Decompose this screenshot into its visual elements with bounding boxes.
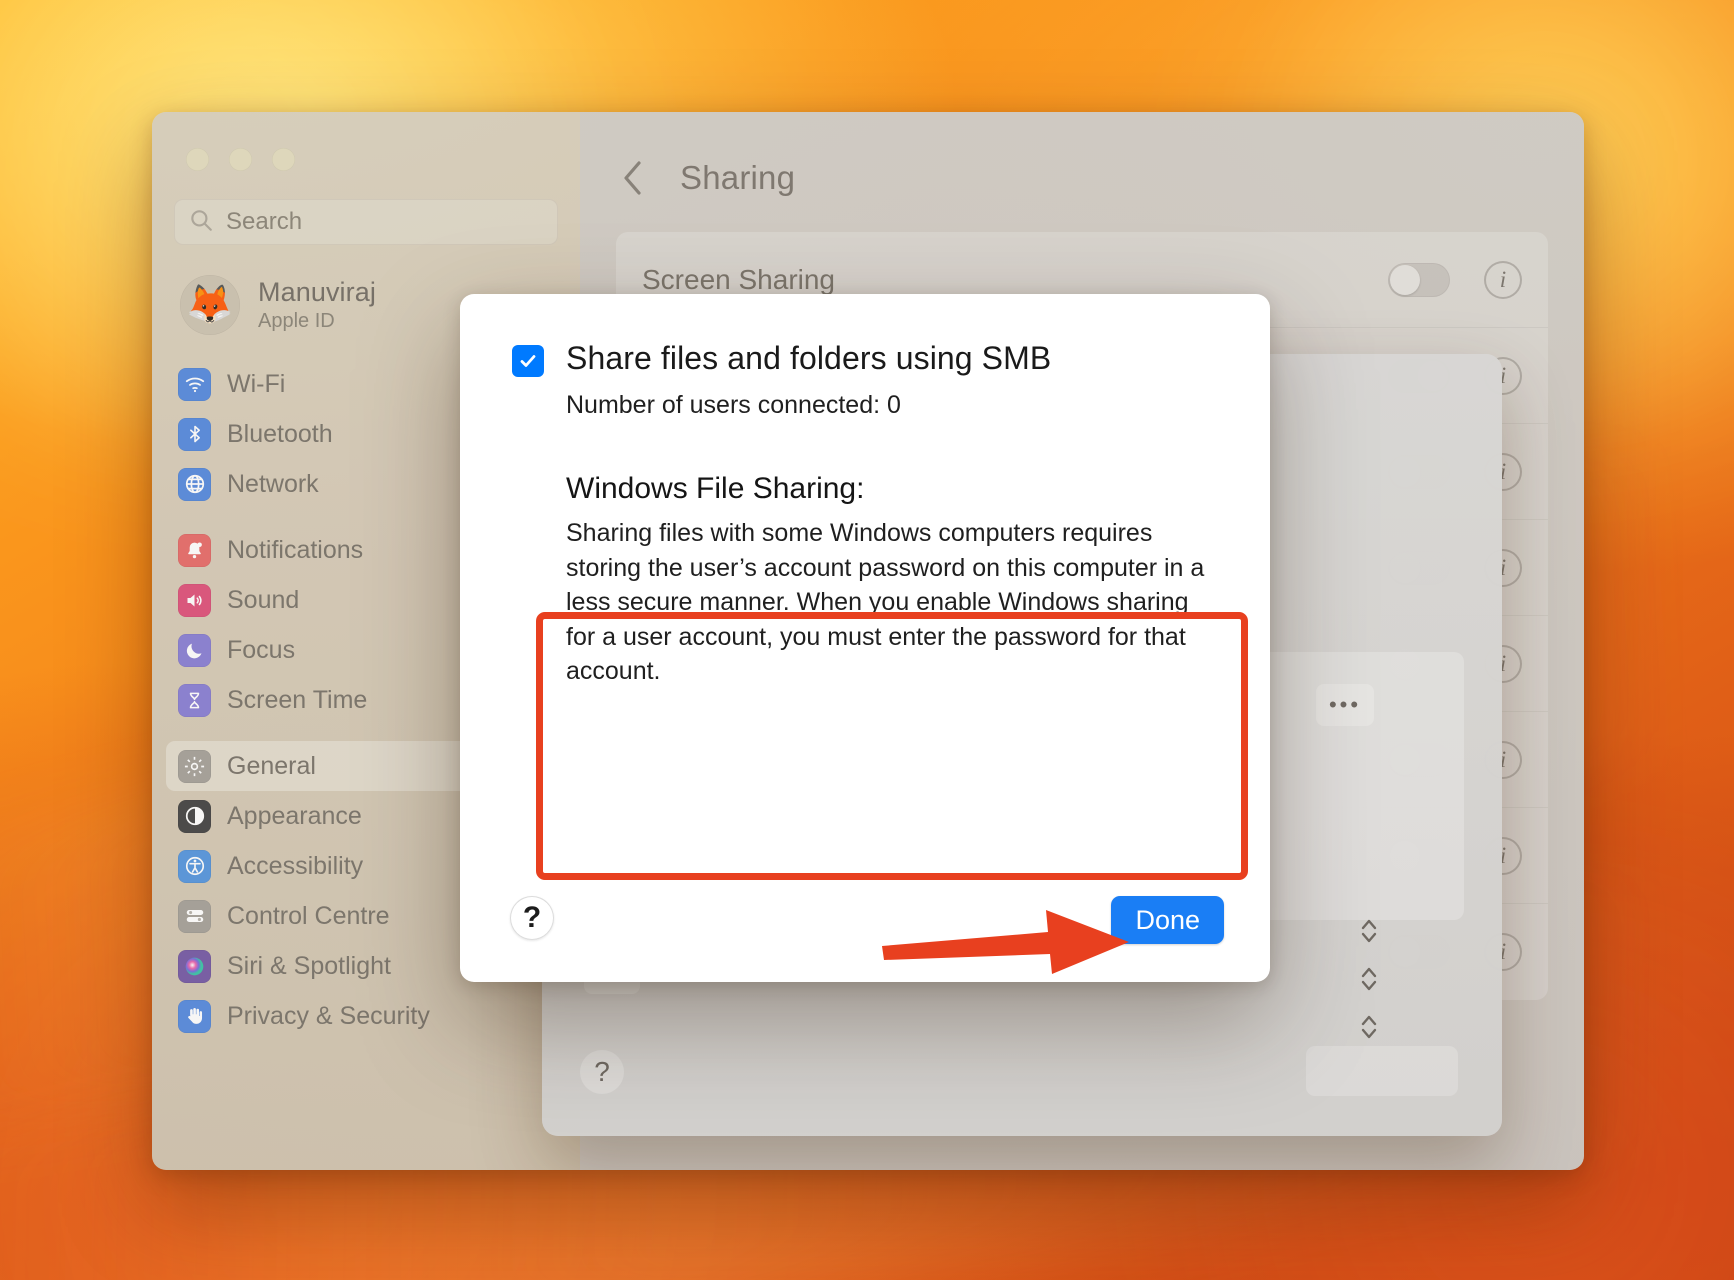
info-icon[interactable]: i: [1484, 261, 1522, 299]
chevron-updown-icon: [1361, 919, 1377, 943]
close-button[interactable]: [186, 148, 209, 171]
smb-options-dialog: Share files and folders using SMB Number…: [460, 294, 1270, 982]
share-smb-checkbox[interactable]: [512, 345, 544, 377]
account-name: Manuviraj: [258, 277, 376, 307]
speaker-icon: [178, 583, 211, 617]
smb-checkbox-row: Share files and folders using SMB: [460, 294, 1270, 377]
sidebar-item-label: Focus: [227, 635, 296, 664]
stepper-control[interactable]: [1354, 962, 1384, 996]
search-icon: [188, 207, 214, 238]
service-title: Screen Sharing: [642, 263, 836, 295]
siri-icon: [178, 949, 211, 983]
bell-icon: [178, 533, 211, 567]
contrast-icon: [178, 799, 211, 833]
sidebar-item-label: Bluetooth: [227, 419, 333, 448]
sidebar-item-label: Wi-Fi: [227, 369, 286, 398]
sheet-help-button[interactable]: ?: [580, 1050, 624, 1094]
hourglass-icon: [178, 683, 211, 717]
sidebar-item-label: Control Centre: [227, 901, 390, 930]
account-subtitle: Apple ID: [258, 310, 335, 332]
zoom-button[interactable]: [272, 148, 295, 171]
search-input[interactable]: Search: [174, 199, 558, 245]
users-connected-label: Number of users connected: 0: [566, 391, 901, 419]
sheet-options-button[interactable]: •••: [1316, 684, 1374, 726]
wifi-icon: [178, 367, 211, 401]
sidebar-item-privacy-security[interactable]: Privacy & Security: [166, 991, 566, 1041]
checkmark-icon: [520, 355, 536, 367]
globe-icon: [178, 467, 211, 501]
windows-file-sharing-description: Sharing files with some Windows computer…: [566, 519, 1205, 685]
page-title: Sharing: [680, 159, 796, 196]
sidebar-item-label: Sound: [227, 585, 300, 614]
sliders-icon: [178, 899, 211, 933]
sidebar-item-label: General: [227, 751, 316, 780]
chevron-updown-icon: [1361, 967, 1377, 991]
help-button[interactable]: ?: [510, 896, 554, 940]
arrow-annotation: [882, 910, 1129, 974]
stepper-control[interactable]: [1354, 1010, 1384, 1044]
hand-icon: [178, 999, 211, 1033]
avatar: 🦊: [180, 275, 240, 335]
smb-dialog-title: Share files and folders using SMB: [566, 340, 1052, 376]
sheet-done-button[interactable]: [1306, 1046, 1458, 1096]
search-placeholder: Search: [226, 208, 303, 235]
windows-file-sharing-heading: Windows File Sharing:: [566, 472, 865, 505]
sidebar-item-label: Accessibility: [227, 851, 364, 880]
minimize-button[interactable]: [229, 148, 252, 171]
sidebar-item-label: Network: [227, 469, 319, 498]
moon-icon: [178, 633, 211, 667]
chevron-updown-icon: [1361, 1015, 1377, 1039]
stepper-control[interactable]: [1354, 914, 1384, 948]
service-toggle[interactable]: [1388, 262, 1450, 297]
traffic-lights: [152, 112, 580, 171]
bluetooth-icon: [178, 417, 211, 451]
sidebar-item-label: Siri & Spotlight: [227, 951, 391, 980]
sidebar-item-label: Screen Time: [227, 685, 368, 714]
main-header: Sharing: [580, 112, 1584, 198]
sidebar-item-label: Appearance: [227, 801, 362, 830]
gear-icon: [178, 749, 211, 783]
accessibility-icon: [178, 849, 211, 883]
back-button[interactable]: [616, 158, 650, 198]
sidebar-item-label: Notifications: [227, 535, 364, 564]
toggle-knob: [1390, 264, 1420, 295]
sidebar-item-label: Privacy & Security: [227, 1001, 430, 1030]
chevron-left-icon: [624, 161, 641, 195]
row-texts: Screen Sharing: [642, 264, 1388, 296]
